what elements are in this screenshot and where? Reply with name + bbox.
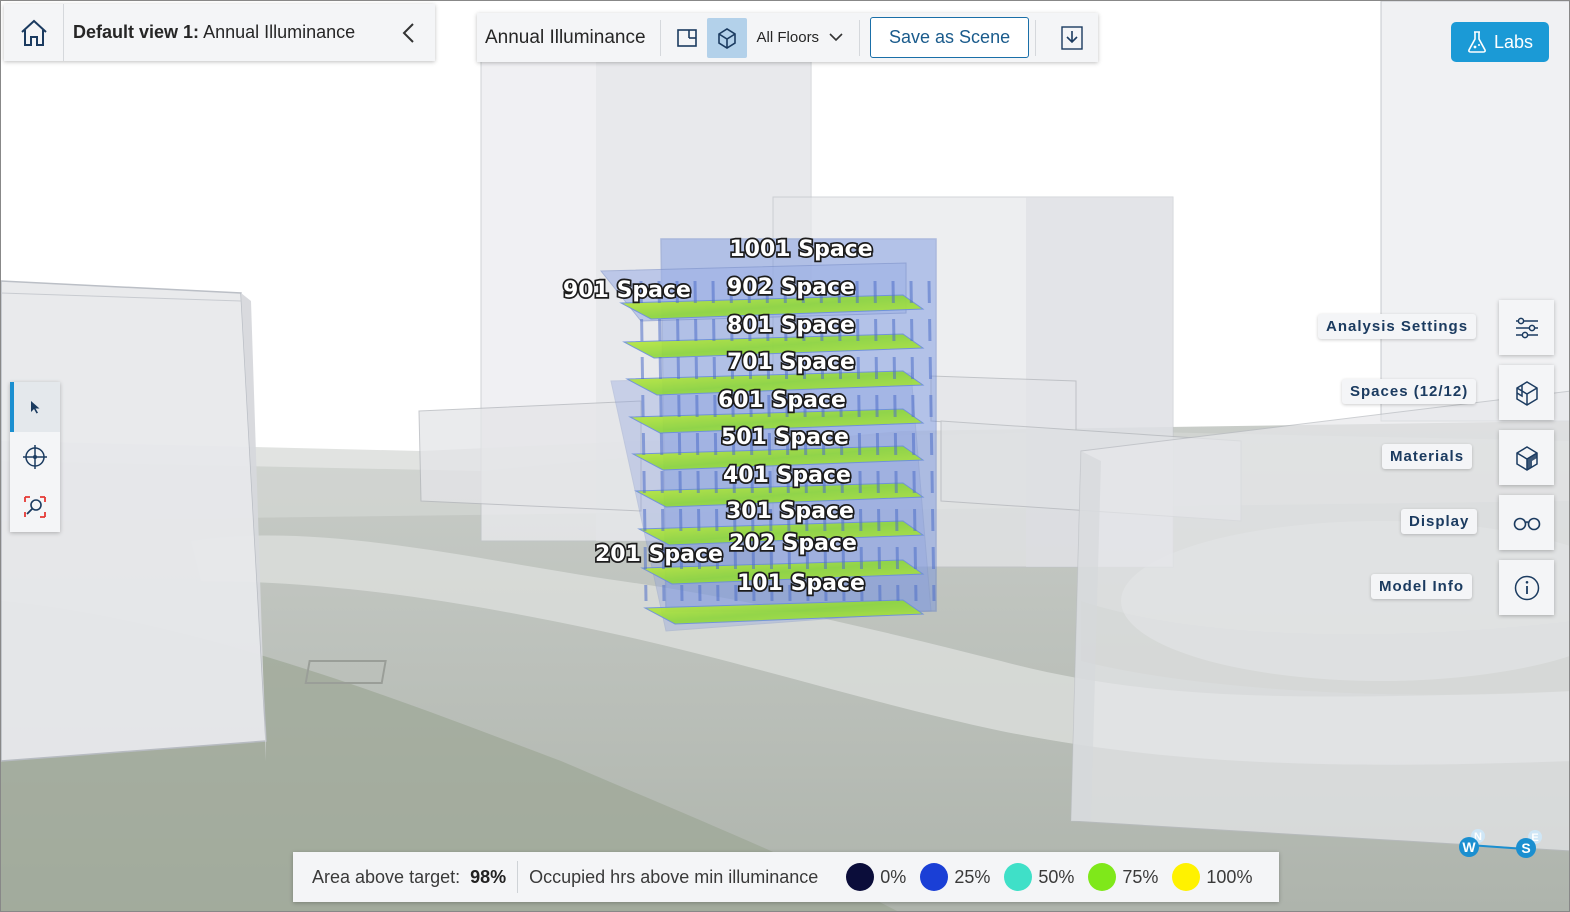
orbit-icon (23, 445, 47, 469)
legend-stop-label: 0% (880, 866, 907, 887)
flask-icon (1468, 31, 1486, 53)
toolbar-divider (859, 19, 861, 56)
zoom-extents-icon (24, 496, 46, 518)
legend-swatch (846, 863, 875, 891)
space-label[interactable]: 101 Space (735, 569, 866, 597)
labs-label: Labs (1493, 31, 1534, 52)
space-label[interactable]: 301 Space (724, 497, 855, 525)
3d-scene[interactable]: 1001 Space 901 Space 902 Space 801 Space 701… (1, 1, 1570, 912)
labs-button[interactable]: Labs (1451, 22, 1549, 62)
display-button[interactable] (1499, 495, 1554, 550)
legend-stop-label: 50% (1038, 866, 1075, 887)
select-tool-button[interactable] (10, 382, 60, 432)
space-label[interactable]: 901 Space (561, 276, 692, 304)
3d-viewport[interactable]: 1001 Space 901 Space 902 Space 801 Space 701… (0, 0, 1570, 912)
materials-label[interactable]: Materials (1382, 444, 1473, 469)
spaces-button[interactable] (1499, 365, 1554, 420)
compass-west-label: W (1462, 839, 1476, 855)
space-label[interactable]: 501 Space (719, 423, 850, 451)
occupied-hours-label: Occupied hrs above min illuminance (529, 866, 819, 887)
floors-dropdown[interactable]: All Floors (747, 18, 854, 58)
info-icon (1514, 575, 1539, 600)
compass-south-label: S (1521, 840, 1530, 856)
sliders-icon (1515, 317, 1538, 338)
space-label[interactable]: 202 Space (727, 529, 858, 557)
3d-building-icon (717, 27, 736, 49)
legend-stop: 50% (1004, 863, 1074, 891)
space-label[interactable]: 1001 Space (728, 235, 875, 263)
view-name: Annual Illuminance (203, 22, 356, 42)
analysis-settings-label[interactable]: Analysis Settings (1318, 314, 1477, 339)
zoom-extents-button[interactable] (10, 482, 60, 532)
analysis-settings-button[interactable] (1499, 300, 1554, 355)
floors-dropdown-value: All Floors (756, 29, 820, 46)
3d-view-button[interactable] (706, 17, 747, 58)
legend-swatch (1172, 863, 1201, 891)
legend-stop: 0% (846, 863, 906, 891)
legend-stop-label: 75% (1122, 866, 1159, 887)
model-info-button[interactable] (1499, 560, 1554, 615)
space-label[interactable]: 701 Space (725, 348, 856, 376)
materials-cube-icon (1515, 445, 1538, 471)
space-label[interactable]: 201 Space (593, 540, 724, 568)
analysis-toolbar: Annual Illuminance All Floors Save as Sc… (477, 13, 1098, 62)
spaces-icon (1515, 380, 1538, 406)
view-prefix: Default view 1: (73, 22, 200, 42)
chevron-down-icon (829, 33, 843, 42)
download-button[interactable] (1052, 18, 1092, 58)
home-icon (20, 19, 47, 46)
save-as-scene-button[interactable]: Save as Scene (870, 17, 1030, 58)
chevron-left-icon (402, 22, 414, 43)
collapse-button[interactable] (383, 4, 435, 61)
orbit-tool-button[interactable] (10, 432, 60, 482)
spaces-label[interactable]: Spaces (12/12) (1342, 379, 1477, 404)
legend-swatch (1088, 863, 1117, 891)
space-label[interactable]: 902 Space (725, 273, 856, 301)
space-label[interactable]: 801 Space (725, 311, 856, 339)
legend-swatch (920, 863, 949, 891)
home-button[interactable] (4, 4, 64, 61)
space-label[interactable]: 601 Space (716, 386, 847, 414)
legend-stop-label: 100% (1206, 866, 1253, 887)
legend-stop-label: 25% (954, 866, 991, 887)
toolbar-divider (1035, 19, 1037, 56)
materials-button[interactable] (1499, 430, 1554, 485)
legend-stop: 25% (920, 863, 990, 891)
2d-view-button[interactable] (667, 18, 707, 58)
toolbar-divider (659, 19, 661, 56)
view-breadcrumb-panel: Default view 1: Annual Illuminance (4, 4, 435, 61)
cursor-icon (31, 401, 40, 414)
legend-stop: 100% (1172, 863, 1252, 891)
analysis-title: Annual Illuminance (485, 26, 646, 48)
glasses-icon (1513, 517, 1540, 530)
display-label[interactable]: Display (1401, 509, 1478, 534)
legend-swatch (1004, 863, 1033, 891)
space-label[interactable]: 401 Space (721, 461, 852, 489)
model-info-label[interactable]: Model Info (1371, 574, 1472, 599)
floor-plan-icon (676, 28, 697, 47)
legend-stop: 75% (1088, 863, 1158, 891)
view-title: Default view 1: Annual Illuminance (64, 22, 383, 43)
compass-widget[interactable]: N W E S (1453, 827, 1549, 867)
legend-divider (517, 861, 519, 893)
area-above-target-label: Area above target: (312, 866, 461, 887)
area-above-target-value: 98% (470, 866, 507, 887)
navigation-tools (10, 382, 60, 532)
download-icon (1061, 25, 1083, 50)
illuminance-legend: Area above target: 98% Occupied hrs abov… (293, 852, 1279, 902)
